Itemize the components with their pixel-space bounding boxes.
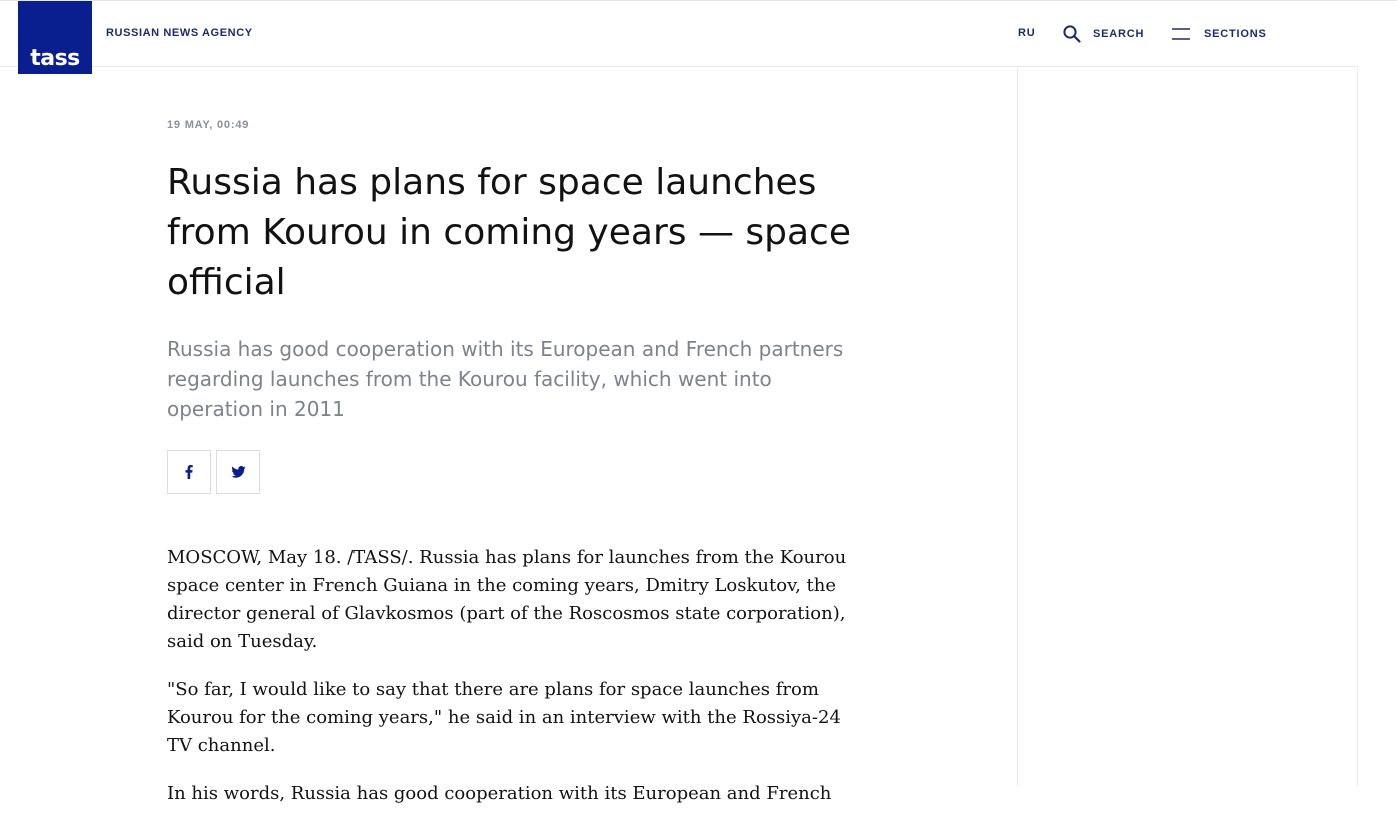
sidebar-divider xyxy=(1017,67,1018,786)
article-paragraph: MOSCOW, May 18. /TASS/. Russia has plans… xyxy=(167,547,847,652)
article-body: MOSCOW, May 18. /TASS/. Russia has plans… xyxy=(167,544,857,828)
menu-icon xyxy=(1172,27,1190,41)
article-title: Russia has plans for space launches from… xyxy=(167,162,851,303)
sections-menu-button[interactable]: SECTIONS xyxy=(1172,23,1267,45)
logo-text: tass xyxy=(30,46,80,71)
page-gutter-divider xyxy=(1357,67,1358,786)
tass-logo[interactable]: tass xyxy=(18,1,92,74)
search-icon xyxy=(1063,25,1081,43)
article-paragraph: In his words, Russia has good cooperatio… xyxy=(167,783,832,804)
article-paragraph: "So far, I would like to say that there … xyxy=(167,679,841,756)
sections-label: SECTIONS xyxy=(1204,28,1267,40)
share-twitter-button[interactable] xyxy=(216,450,260,494)
share-facebook-button[interactable] xyxy=(167,450,211,494)
article-lead: Russia has good cooperation with its Eur… xyxy=(167,337,844,421)
search-button[interactable]: SEARCH xyxy=(1063,23,1144,45)
facebook-icon xyxy=(185,465,193,479)
site-tagline: Russian news agency xyxy=(106,27,253,39)
twitter-icon xyxy=(230,466,246,478)
language-switch-ru[interactable]: RU xyxy=(1018,27,1036,39)
search-label: SEARCH xyxy=(1093,28,1145,40)
site-header: Russian news agency RU SEARCH SECTIONS xyxy=(0,1,1357,67)
article-date: 19 MAY, 00:49 xyxy=(167,119,250,131)
